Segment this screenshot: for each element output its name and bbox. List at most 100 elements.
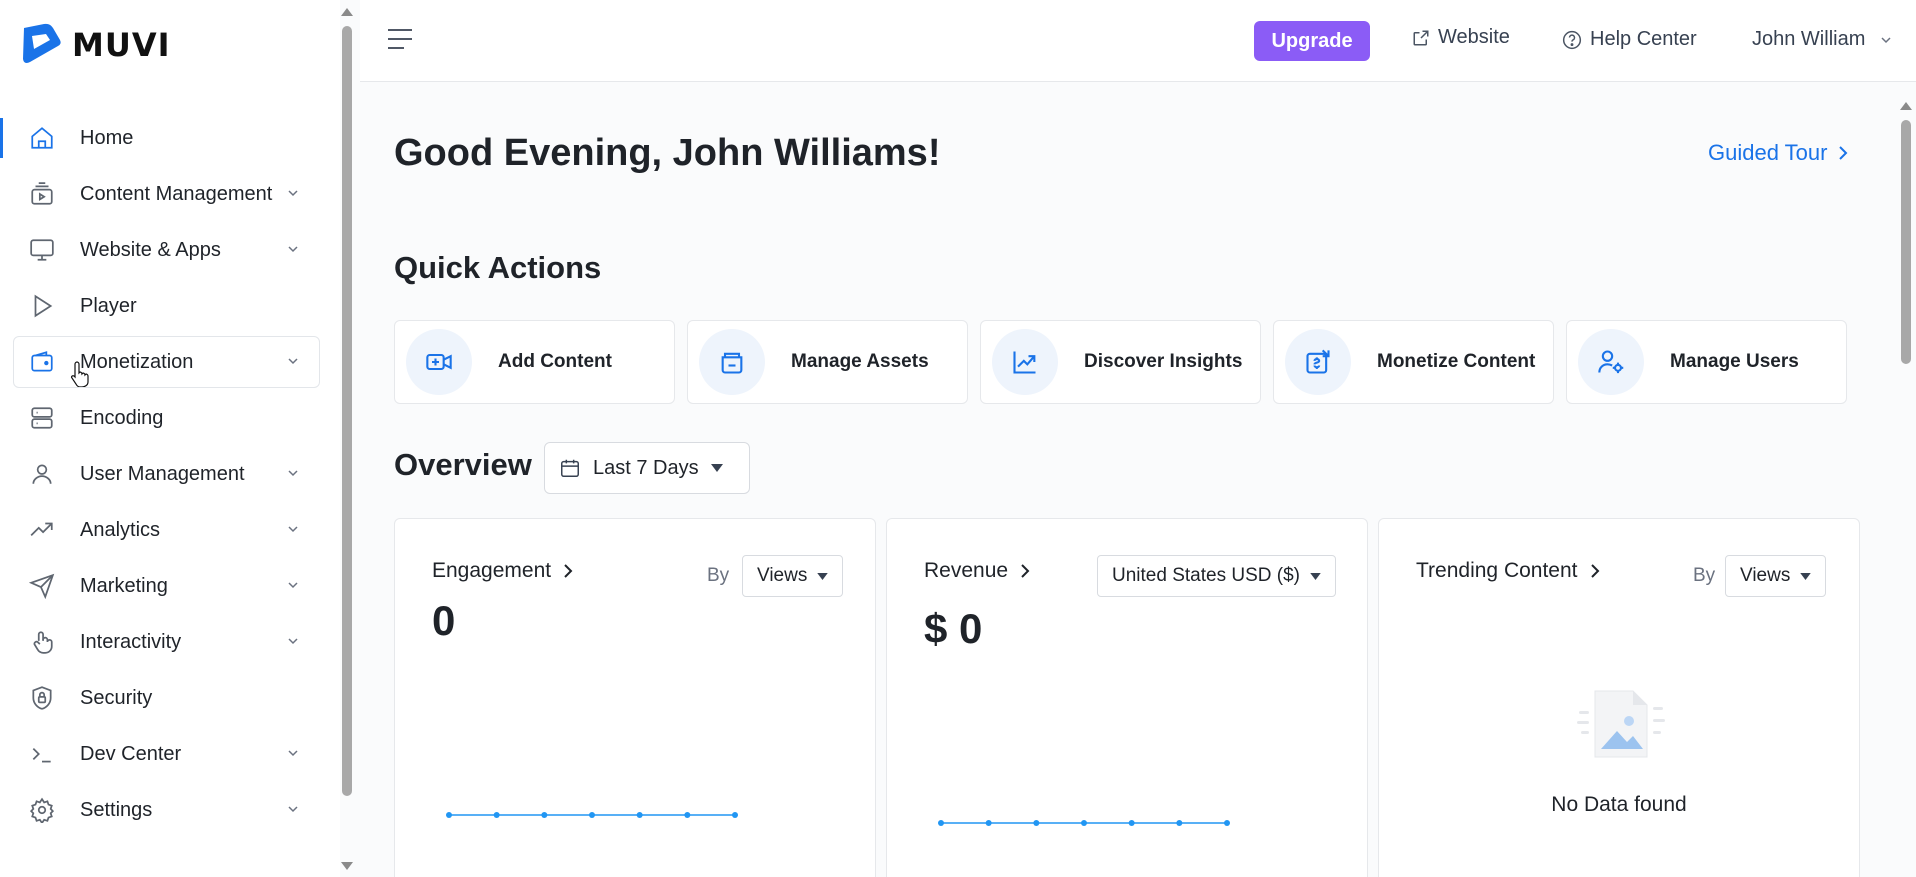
trending-title-link[interactable]: Trending Content — [1416, 559, 1600, 583]
date-range-value: Last 7 Days — [593, 456, 699, 479]
caret-down-icon — [710, 464, 723, 472]
sidebar-item-label: User Management — [80, 462, 245, 485]
gear-icon — [28, 796, 56, 824]
sidebar-item-label: Monetization — [80, 350, 194, 373]
engagement-data-point[interactable] — [732, 812, 738, 818]
sidebar-item-analytics[interactable]: Analytics — [0, 502, 330, 558]
upgrade-button[interactable]: Upgrade — [1254, 21, 1370, 61]
quick-action-label: Monetize Content — [1377, 351, 1536, 372]
revenue-data-point[interactable] — [938, 820, 944, 826]
sidebar-item-encoding[interactable]: Encoding — [0, 390, 330, 446]
help-icon — [1562, 30, 1582, 50]
chevron-down-icon — [286, 746, 300, 760]
chevron-down-icon — [286, 466, 300, 480]
trending-metric-value: Views — [1740, 565, 1791, 586]
chevron-down-icon — [286, 578, 300, 592]
chevron-down-icon — [286, 802, 300, 816]
caret-down-icon — [1800, 572, 1812, 580]
sidebar-item-label: Marketing — [80, 574, 168, 597]
add-video-icon — [406, 329, 472, 395]
sidebar-item-website-apps[interactable]: Website & Apps — [0, 222, 330, 278]
sidebar-item-label: Content Management — [80, 182, 273, 205]
sidebar-item-security[interactable]: Security — [0, 670, 330, 726]
sidebar-item-dev-center[interactable]: Dev Center — [0, 726, 330, 782]
engagement-data-point[interactable] — [446, 812, 452, 818]
muvi-logo-icon — [23, 23, 61, 63]
revenue-data-point[interactable] — [1081, 820, 1087, 826]
by-label: By — [1693, 565, 1716, 586]
engagement-data-point[interactable] — [493, 812, 500, 818]
sidebar-item-settings[interactable]: Settings — [0, 782, 330, 838]
trending-metric-select[interactable]: Views — [1725, 555, 1827, 597]
topbar: Upgrade Website Help Center John William — [360, 0, 1916, 82]
revenue-data-point[interactable] — [1176, 820, 1183, 826]
sidebar-scrollbar-thumb[interactable] — [342, 26, 352, 796]
sidebar-item-monetization[interactable]: Monetization — [0, 334, 330, 390]
help-center-link[interactable]: Help Center — [1562, 28, 1697, 51]
engagement-data-point[interactable] — [684, 812, 691, 818]
chevron-down-icon — [286, 634, 300, 648]
sidebar-item-marketing[interactable]: Marketing — [0, 558, 330, 614]
sidebar-item-home[interactable]: Home — [0, 110, 330, 166]
sidebar-item-user-management[interactable]: User Management — [0, 446, 330, 502]
revenue-data-point[interactable] — [985, 820, 992, 826]
date-range-select[interactable]: Last 7 Days — [544, 442, 750, 494]
revenue-data-point[interactable] — [1128, 820, 1135, 826]
trending-title: Trending Content — [1416, 559, 1578, 582]
sidebar-item-label: Interactivity — [80, 630, 182, 653]
engagement-data-point[interactable] — [541, 812, 548, 818]
overview-title: Overview — [394, 447, 532, 482]
quick-action-manage-assets[interactable]: Manage Assets — [687, 320, 968, 404]
sidebar-item-content-management[interactable]: Content Management — [0, 166, 330, 222]
sidebar-item-label: Home — [80, 126, 134, 149]
trending-content-card: Trending Content By Views No Data found — [1378, 518, 1860, 877]
sidebar-item-label: Player — [80, 294, 137, 317]
user-settings-icon — [1578, 329, 1644, 395]
guided-tour-link[interactable]: Guided Tour — [1708, 140, 1849, 166]
revenue-data-point[interactable] — [1033, 820, 1040, 826]
quick-action-label: Manage Users — [1670, 351, 1799, 372]
chevron-down-icon — [286, 354, 300, 368]
wallet-icon — [28, 348, 56, 376]
main-scrollbar-thumb[interactable] — [1901, 120, 1911, 364]
menu-toggle-icon[interactable] — [388, 28, 412, 50]
sidebar-item-label: Analytics — [80, 518, 161, 541]
muvi-logo[interactable]: MUVI — [20, 22, 171, 68]
calendar-icon — [559, 457, 581, 479]
sidebar-item-interactivity[interactable]: Interactivity — [0, 614, 330, 670]
revenue-chart — [938, 820, 1230, 826]
touch-icon — [28, 628, 56, 656]
monitor-icon — [28, 236, 56, 264]
sidebar-nav: Home Content Management Website & Apps P… — [0, 110, 330, 838]
play-icon — [28, 292, 56, 320]
monetize-icon — [1285, 329, 1351, 395]
engagement-data-point[interactable] — [589, 812, 595, 818]
sidebar-scrollbar[interactable] — [340, 0, 353, 877]
sidebar-item-label: Dev Center — [80, 742, 182, 765]
quick-action-manage-users[interactable]: Manage Users — [1566, 320, 1847, 404]
chevron-down-icon — [1879, 33, 1893, 47]
quick-action-add-content[interactable]: Add Content — [394, 320, 675, 404]
engagement-chart — [446, 812, 738, 818]
chevron-right-icon — [1590, 563, 1600, 579]
main-scrollbar[interactable] — [1896, 82, 1916, 877]
no-data-message: No Data found — [1551, 793, 1687, 816]
engagement-data-point[interactable] — [636, 812, 643, 818]
terminal-icon — [28, 740, 56, 768]
quick-action-monetize-content[interactable]: Monetize Content — [1273, 320, 1554, 404]
external-link-icon — [1412, 29, 1430, 47]
quick-action-discover-insights[interactable]: Discover Insights — [980, 320, 1261, 404]
content-icon — [28, 180, 56, 208]
sidebar-item-label: Encoding — [80, 406, 164, 429]
revenue-data-point[interactable] — [1224, 820, 1230, 826]
sidebar-item-player[interactable]: Player — [0, 278, 330, 334]
brand-name: MUVI — [72, 26, 171, 64]
quick-action-label: Add Content — [498, 351, 612, 372]
sidebar: MUVI Home Content Management Website & A… — [0, 0, 340, 877]
website-link[interactable]: Website — [1412, 26, 1510, 49]
empty-image-icon — [1577, 687, 1665, 763]
help-center-label: Help Center — [1590, 28, 1697, 50]
quick-action-label: Discover Insights — [1084, 351, 1243, 372]
user-menu[interactable]: John William — [1752, 28, 1893, 51]
send-icon — [28, 572, 56, 600]
